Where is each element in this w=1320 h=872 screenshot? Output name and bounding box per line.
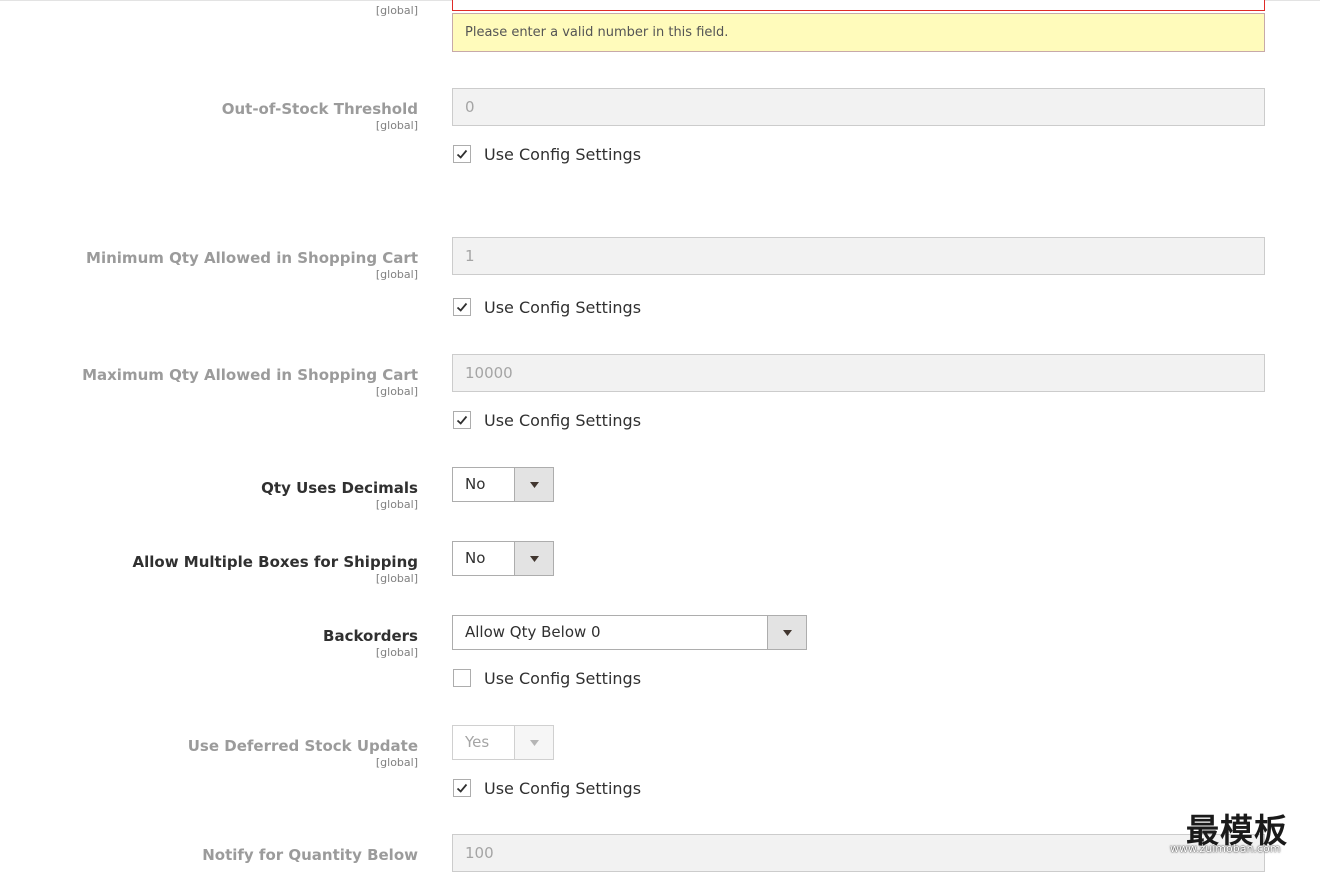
- out-of-stock-threshold-label-group: Out-of-Stock Threshold [global]: [222, 100, 418, 132]
- chevron-down-icon: [529, 739, 539, 746]
- multiple-boxes-selected: No: [465, 549, 486, 567]
- deferred-stock-scope: [global]: [375, 756, 418, 769]
- notify-qty-input[interactable]: 100: [452, 834, 1265, 872]
- multiple-boxes-dropdown-button[interactable]: [514, 542, 553, 575]
- deferred-stock-select[interactable]: Yes: [452, 725, 554, 760]
- top-field-input[interactable]: [452, 0, 1265, 11]
- min-qty-label: Minimum Qty Allowed in Shopping Cart: [86, 249, 418, 267]
- max-qty-label: Maximum Qty Allowed in Shopping Cart: [82, 366, 418, 384]
- multiple-boxes-select[interactable]: No: [452, 541, 554, 576]
- min-qty-label-group: Minimum Qty Allowed in Shopping Cart [gl…: [86, 249, 418, 281]
- backorders-scope: [global]: [375, 646, 418, 659]
- backorders-label: Backorders: [323, 627, 418, 645]
- watermark-url: www.zuimoban.com: [1170, 842, 1281, 855]
- notify-qty-label-group: Notify for Quantity Below: [202, 846, 418, 864]
- min-qty-scope: [global]: [375, 268, 418, 281]
- out-of-stock-threshold-input[interactable]: 0: [452, 88, 1265, 126]
- notify-qty-label: Notify for Quantity Below: [202, 846, 418, 864]
- check-icon: [456, 783, 468, 793]
- backorders-use-config[interactable]: Use Config Settings: [452, 668, 641, 688]
- qty-decimals-scope: [global]: [375, 498, 418, 511]
- deferred-stock-checkbox-label: Use Config Settings: [484, 778, 642, 798]
- error-message: Please enter a valid number in this fiel…: [452, 13, 1265, 52]
- top-field-scope: [global]: [375, 4, 418, 17]
- qty-decimals-label-group: Qty Uses Decimals [global]: [261, 479, 418, 511]
- deferred-stock-label-group: Use Deferred Stock Update [global]: [188, 737, 418, 769]
- qty-decimals-select[interactable]: No: [452, 467, 554, 502]
- out-of-stock-threshold-use-config[interactable]: Use Config Settings: [452, 144, 641, 164]
- backorders-dropdown-button[interactable]: [767, 616, 806, 649]
- top-field-label-group: [global]: [376, 0, 418, 17]
- backorders-checkbox-label: Use Config Settings: [484, 668, 642, 688]
- qty-decimals-label: Qty Uses Decimals: [261, 479, 418, 497]
- check-icon: [456, 149, 468, 159]
- check-icon: [456, 415, 468, 425]
- min-qty-checkbox-label: Use Config Settings: [484, 297, 642, 317]
- chevron-down-icon: [782, 629, 792, 636]
- chevron-down-icon: [529, 555, 539, 562]
- backorders-checkbox[interactable]: [453, 669, 471, 687]
- deferred-stock-dropdown-button[interactable]: [514, 726, 553, 759]
- deferred-stock-selected: Yes: [465, 733, 490, 751]
- check-icon: [456, 302, 468, 312]
- backorders-selected: Allow Qty Below 0: [465, 623, 601, 641]
- max-qty-scope: [global]: [375, 385, 418, 398]
- multiple-boxes-scope: [global]: [375, 572, 418, 585]
- out-of-stock-threshold-checkbox-label: Use Config Settings: [484, 144, 642, 164]
- qty-decimals-dropdown-button[interactable]: [514, 468, 553, 501]
- multiple-boxes-label-group: Allow Multiple Boxes for Shipping [globa…: [133, 553, 418, 585]
- min-qty-checkbox[interactable]: [453, 298, 471, 316]
- deferred-stock-use-config[interactable]: Use Config Settings: [452, 778, 641, 798]
- chevron-down-icon: [529, 481, 539, 488]
- top-field-label: [376, 0, 418, 3]
- max-qty-checkbox[interactable]: [453, 411, 471, 429]
- backorders-select[interactable]: Allow Qty Below 0: [452, 615, 807, 650]
- min-qty-input[interactable]: 1: [452, 237, 1265, 275]
- out-of-stock-threshold-scope: [global]: [375, 119, 418, 132]
- out-of-stock-threshold-checkbox[interactable]: [453, 145, 471, 163]
- max-qty-label-group: Maximum Qty Allowed in Shopping Cart [gl…: [82, 366, 418, 398]
- qty-decimals-selected: No: [465, 475, 486, 493]
- max-qty-use-config[interactable]: Use Config Settings: [452, 410, 641, 430]
- max-qty-input[interactable]: 10000: [452, 354, 1265, 392]
- out-of-stock-threshold-label: Out-of-Stock Threshold: [221, 100, 418, 118]
- watermark-logo: 最模板 www.zuimoban.com: [1168, 804, 1318, 860]
- deferred-stock-label: Use Deferred Stock Update: [187, 737, 418, 755]
- min-qty-use-config[interactable]: Use Config Settings: [452, 297, 641, 317]
- backorders-label-group: Backorders [global]: [323, 627, 418, 659]
- multiple-boxes-label: Allow Multiple Boxes for Shipping: [132, 553, 418, 571]
- deferred-stock-checkbox[interactable]: [453, 779, 471, 797]
- max-qty-checkbox-label: Use Config Settings: [484, 410, 642, 430]
